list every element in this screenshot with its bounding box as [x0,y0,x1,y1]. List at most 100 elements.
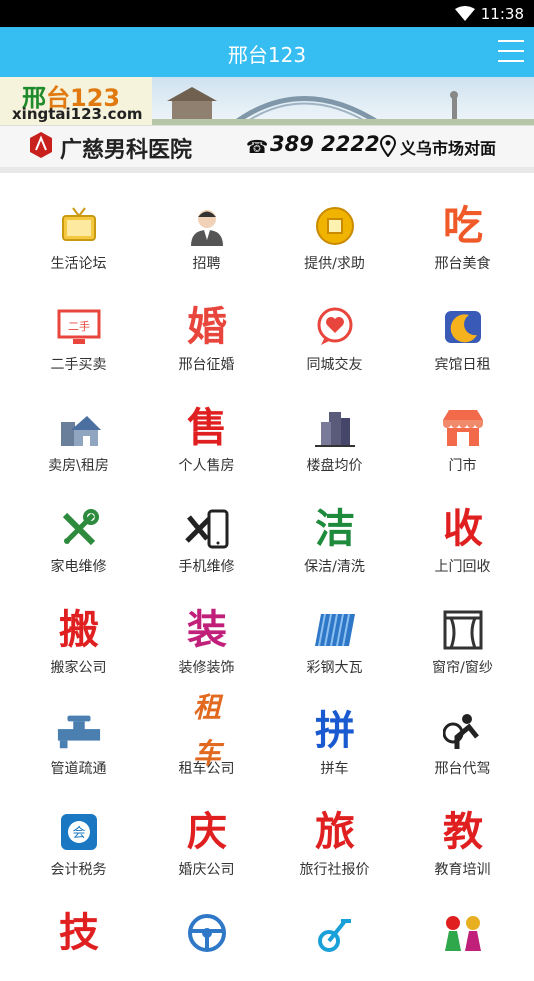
sell-icon: 售 [184,405,230,451]
category-building[interactable]: 楼盘均价 [268,375,401,476]
category-kids[interactable] [396,880,529,981]
phone-repair-icon [184,506,230,552]
category-skill[interactable]: 技 [12,880,145,981]
category-label: 窗帘/窗纱 [432,660,493,676]
status-time: 11:38 [480,5,524,23]
category-label: 家电维修 [50,559,107,575]
category-steel-tile[interactable]: 彩钢大瓦 [268,577,401,678]
coin-icon [312,203,358,249]
category-steering-wheel[interactable] [140,880,273,981]
category-eat[interactable]: 吃邢台美食 [396,173,529,274]
category-tools[interactable]: 家电维修 [12,476,145,577]
moving-glyph: 搬 [59,606,99,653]
svg-text:会: 会 [72,826,85,841]
category-wedding[interactable]: 庆婚庆公司 [140,779,273,880]
building-icon [312,405,358,451]
category-label: 邢台代驾 [434,761,491,777]
category-label: 租车公司 [178,761,235,777]
category-label: 婚庆公司 [178,862,235,878]
category-label: 拼车 [320,761,349,777]
location-icon [379,135,397,157]
steel-tile-icon [312,607,358,653]
category-label: 招聘 [192,256,221,272]
category-tv[interactable]: 生活论坛 [12,173,145,274]
hospital-ad: 广慈男科医院 ☎ 389 2222 义乌市场对面 [0,125,534,167]
category-label: 上门回收 [434,559,491,575]
menu-icon[interactable] [498,40,524,62]
category-decor[interactable]: 装装修装饰 [140,577,273,678]
hospital-location: 义乌市场对面 [400,139,497,158]
skill-icon: 技 [56,910,102,956]
skill-glyph: 技 [59,909,99,956]
category-shop[interactable]: 门市 [396,375,529,476]
category-person[interactable]: 招聘 [140,173,273,274]
category-label: 生活论坛 [50,256,107,272]
category-coin[interactable]: 提供/求助 [268,173,401,274]
driver-icon [440,708,486,754]
recycle-glyph: 收 [443,505,483,552]
category-pipe[interactable]: 管道疏通 [12,678,145,779]
app-bar: 邢台123 [0,27,534,77]
category-label: 门市 [448,458,477,474]
category-marriage[interactable]: 婚邢台征婚 [140,274,273,375]
category-label: 宾馆日租 [434,357,491,373]
moving-icon: 搬 [56,607,102,653]
education-icon: 教 [440,809,486,855]
category-clean[interactable]: 洁保洁/清洗 [268,476,401,577]
eat-icon: 吃 [440,203,486,249]
category-label: 提供/求助 [304,256,365,272]
travel-glyph: 旅 [315,808,355,855]
category-label: 手机维修 [178,559,235,575]
category-chat-heart[interactable]: 同城交友 [268,274,401,375]
marriage-icon: 婚 [184,304,230,350]
moon-icon [440,304,486,350]
category-label: 邢台美食 [434,256,491,272]
curtain-icon [440,607,486,653]
category-label: 搬家公司 [50,660,107,676]
category-secondhand[interactable]: 二手 二手买卖 [12,274,145,375]
category-label: 二手买卖 [50,357,107,373]
clean-glyph: 洁 [315,505,355,552]
education-glyph: 教 [443,808,483,855]
steering-wheel-icon [184,910,230,956]
category-phone-repair[interactable]: 手机维修 [140,476,273,577]
category-accounting[interactable]: 会会计税务 [12,779,145,880]
category-label: 楼盘均价 [306,458,363,474]
category-label: 卖房\租房 [48,458,109,474]
decor-glyph: 装 [187,606,227,653]
category-curtain[interactable]: 窗帘/窗纱 [396,577,529,678]
ad-banner[interactable]: 邢台123 xingtai123.com 广慈男科医院 ☎ 389 2222 义… [0,77,534,167]
chat-heart-icon [312,304,358,350]
category-driver[interactable]: 邢台代驾 [396,678,529,779]
wedding-glyph: 庆 [187,808,227,855]
status-bar: 11:38 [0,0,534,27]
category-recycle[interactable]: 收上门回收 [396,476,529,577]
clean-icon: 洁 [312,506,358,552]
accounting-icon: 会 [56,809,102,855]
category-label: 邢台征婚 [178,357,235,373]
pipe-icon [56,708,102,754]
sell-glyph: 售 [187,404,227,451]
hospital-phone: 389 2222 [270,132,380,156]
category-moving[interactable]: 搬搬家公司 [12,577,145,678]
category-car-rent[interactable]: 租车 租车公司 [140,678,273,779]
carpool-icon: 拼 [312,708,358,754]
category-label: 个人售房 [178,458,235,474]
decor-icon: 装 [184,607,230,653]
app-title: 邢台123 [227,43,307,67]
category-house[interactable]: 卖房\租房 [12,375,145,476]
category-label: 彩钢大瓦 [306,660,363,676]
eat-glyph: 吃 [443,202,483,249]
category-travel[interactable]: 旅旅行社报价 [268,779,401,880]
category-carpool[interactable]: 拼拼车 [268,678,401,779]
category-fitness[interactable] [268,880,401,981]
category-label: 教育培训 [434,862,491,878]
person-icon [184,203,230,249]
logo-url: xingtai123.com [12,105,143,123]
travel-icon: 旅 [312,809,358,855]
wifi-icon [455,6,475,21]
category-sell[interactable]: 售个人售房 [140,375,273,476]
shop-icon [440,405,486,451]
category-education[interactable]: 教教育培训 [396,779,529,880]
category-moon[interactable]: 宾馆日租 [396,274,529,375]
